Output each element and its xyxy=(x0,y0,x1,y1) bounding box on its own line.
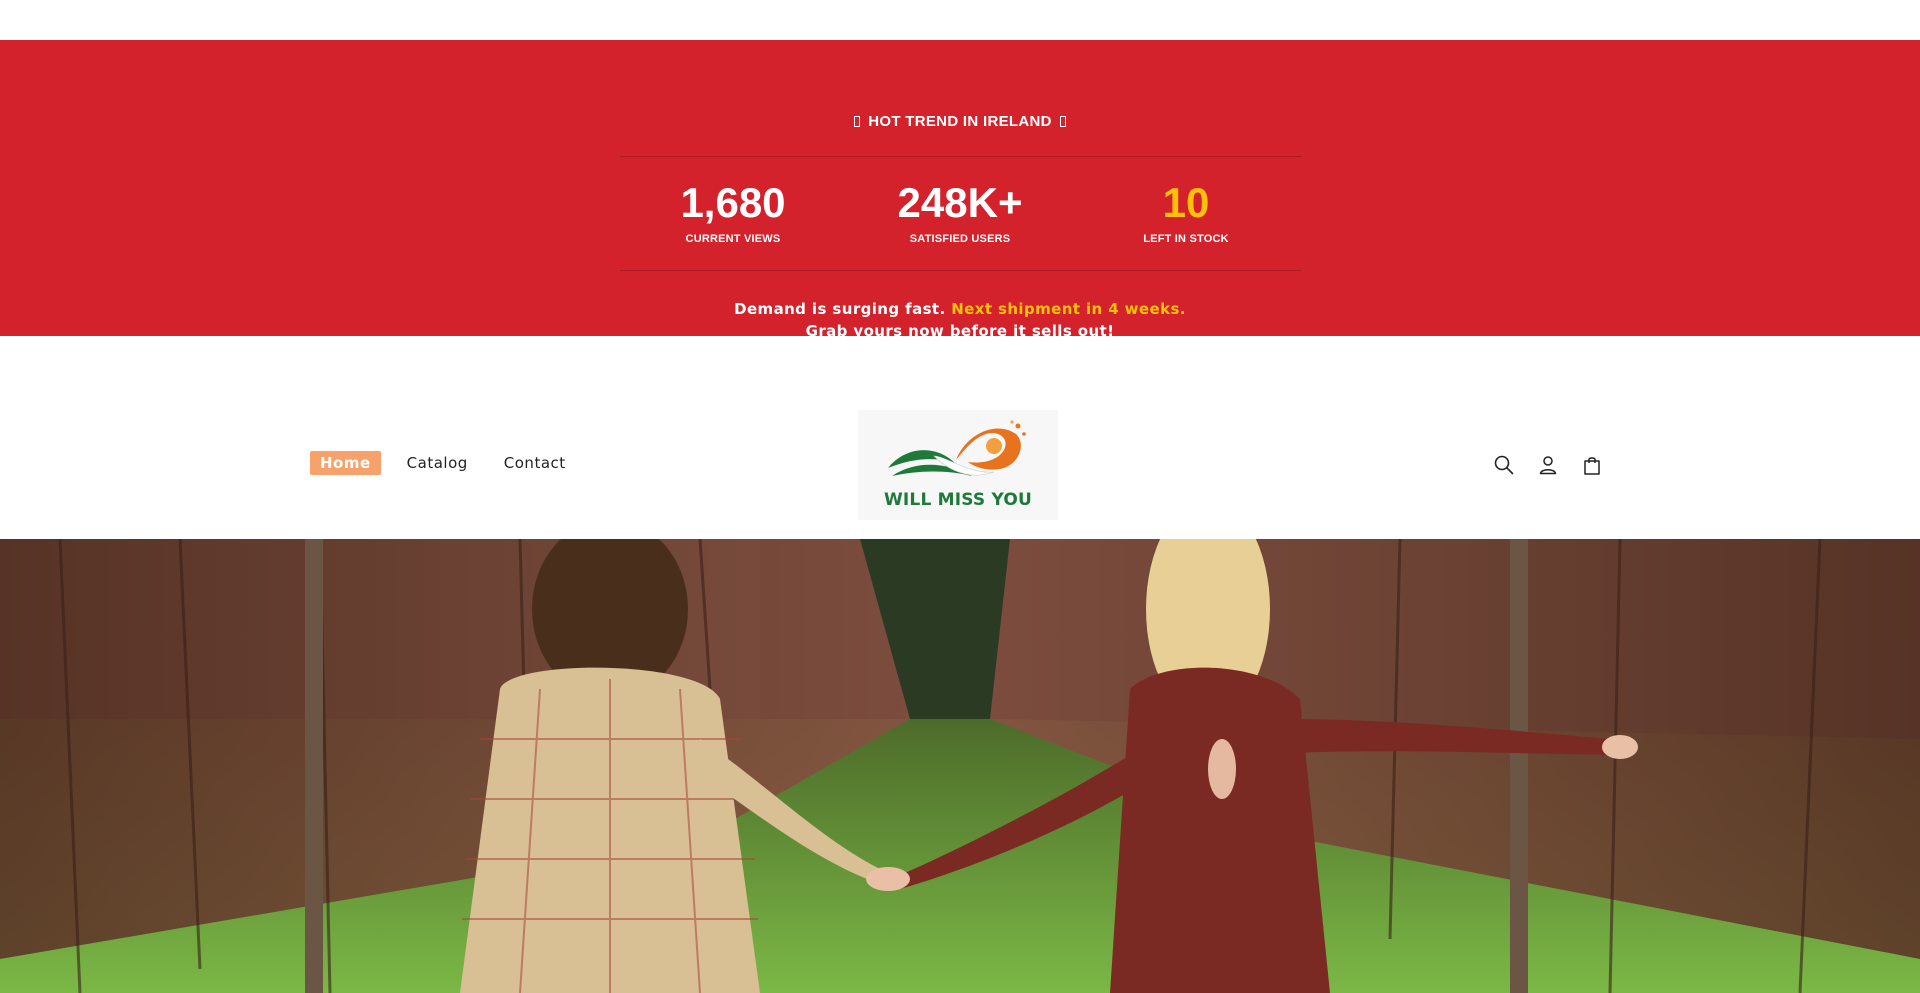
promo-message-highlight: Next shipment in 4 weeks. xyxy=(951,300,1186,318)
stat-label: LEFT IN STOCK xyxy=(1143,233,1229,245)
promo-divider-top xyxy=(620,156,1301,157)
stat-value: 248K+ xyxy=(897,179,1023,226)
flag-glyph-icon xyxy=(853,116,860,127)
hero-image xyxy=(0,539,1920,993)
flag-glyph-icon xyxy=(1060,116,1067,127)
promo-banner: HOT TREND IN IRELAND 1,680 CURRENT VIEWS… xyxy=(0,40,1920,340)
promo-divider-bottom xyxy=(620,270,1301,271)
site-logo[interactable]: WILL MISS YOU xyxy=(858,410,1058,520)
wave-logo-icon xyxy=(888,420,1026,476)
promo-message-line1: Demand is surging fast. Next shipment in… xyxy=(0,298,1920,320)
promo-heading-text: HOT TREND IN IRELAND xyxy=(868,113,1052,130)
nav-contact-link[interactable]: Contact xyxy=(492,451,578,475)
nav-home-link[interactable]: Home xyxy=(310,451,381,475)
hero-banner xyxy=(0,539,1920,993)
promo-message-text: Demand is surging fast. xyxy=(734,300,946,318)
stat-value: 10 xyxy=(1162,179,1210,226)
main-nav: Home Catalog Contact xyxy=(310,451,578,475)
stat-current-views: 1,680 CURRENT VIEWS xyxy=(623,178,843,245)
cart-icon[interactable] xyxy=(1578,451,1605,478)
stat-satisfied-users: 248K+ SATISFIED USERS xyxy=(850,178,1070,245)
stat-label: CURRENT VIEWS xyxy=(685,233,781,245)
nav-catalog-link[interactable]: Catalog xyxy=(395,451,480,475)
stat-value: 1,680 xyxy=(680,179,786,226)
site-header: Home Catalog Contact WILL MISS YOU xyxy=(0,336,1920,539)
header-icons xyxy=(1490,451,1605,478)
stat-label: SATISFIED USERS xyxy=(909,233,1011,245)
logo-text: WILL MISS YOU xyxy=(883,490,1033,510)
search-icon[interactable] xyxy=(1490,451,1517,478)
stat-left-in-stock: 10 LEFT IN STOCK xyxy=(1076,178,1296,245)
promo-heading: HOT TREND IN IRELAND xyxy=(0,113,1920,130)
top-strip xyxy=(0,0,1920,40)
account-icon[interactable] xyxy=(1534,451,1561,478)
